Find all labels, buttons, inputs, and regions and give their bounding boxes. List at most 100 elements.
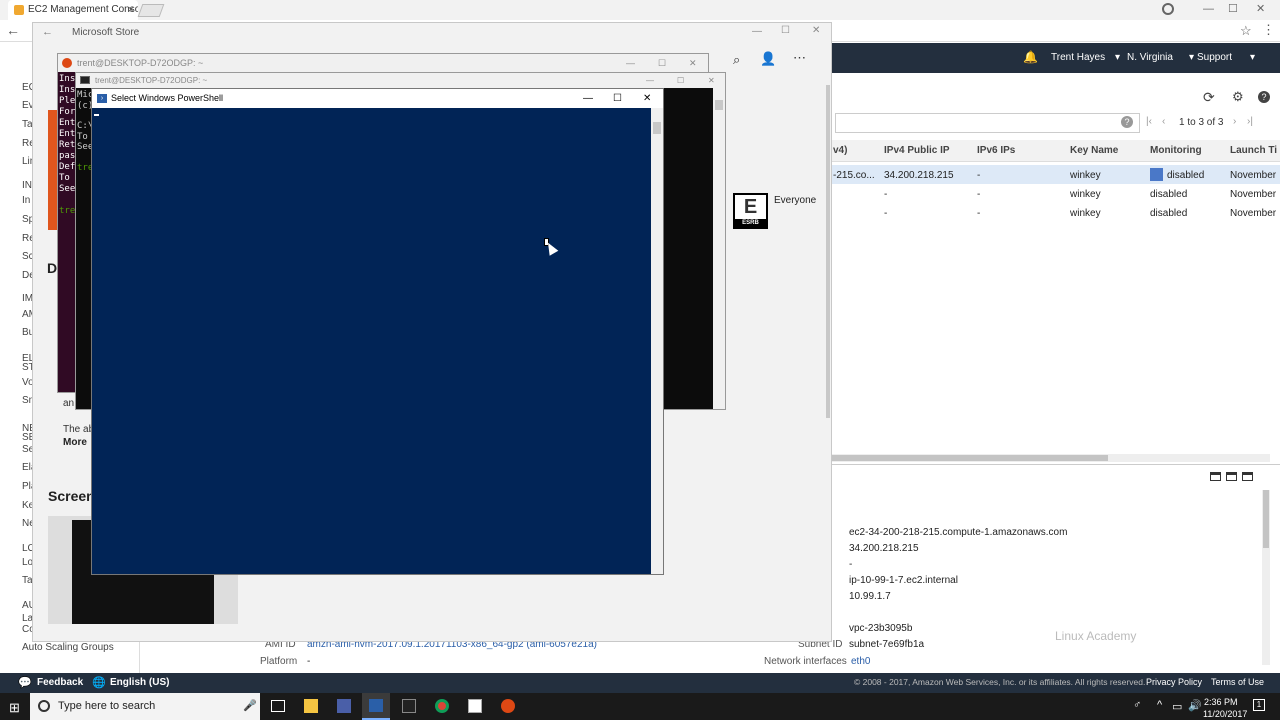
ubuntu-terminal-output: Ins Ins Ple For Ent Ent Ret pas Def To S… [59,74,75,217]
table-row[interactable] [830,203,1280,222]
network-interface-link[interactable]: eth0 [851,656,870,667]
new-tab-button[interactable] [137,4,165,17]
store-maximize-button[interactable]: ☐ [781,25,790,36]
sidebar-item-auto-scaling-groups[interactable]: Auto Scaling Groups [22,642,114,653]
sidebar-item[interactable]: Ta [22,575,33,586]
cmd-maximize-button[interactable]: ☐ [677,73,684,88]
powershell-taskbar-button[interactable] [362,693,390,720]
refresh-icon[interactable]: ⟳ [1203,89,1215,106]
ubuntu-taskbar-icon[interactable] [501,699,515,713]
platform-value: - [307,656,311,667]
col-header-key-name[interactable]: Key Name [1070,145,1118,156]
support-chevron-icon: ▾ [1250,52,1256,63]
powershell-close-button[interactable]: ✕ [643,89,651,108]
people-icon[interactable]: ♂ [1133,699,1141,711]
region-chevron-icon: ▾ [1189,52,1195,63]
bell-icon[interactable]: 🔔 [1023,50,1038,64]
col-header-ipv4-public-ip[interactable]: IPv4 Public IP [884,145,950,156]
browser-close-button[interactable]: ✕ [1256,2,1265,15]
cmd-scrollbar[interactable] [713,88,725,409]
public-ip-value: 34.200.218.215 [849,543,919,554]
user-menu[interactable]: Trent Hayes [1051,52,1105,63]
cortana-search-icon [38,700,50,712]
app-icon[interactable] [337,699,351,713]
terms-of-use-link[interactable]: Terms of Use [1211,677,1264,687]
help-icon[interactable]: ? [1258,91,1270,103]
layout-split-icon[interactable] [1226,472,1237,481]
ubuntu-close-button[interactable]: ✕ [689,54,697,72]
ubuntu-maximize-button[interactable]: ☐ [658,54,666,72]
split-divider[interactable] [830,464,1280,465]
clock-date[interactable]: 11/20/2017 [1203,709,1247,719]
powershell-maximize-button[interactable]: ☐ [613,89,622,108]
col-header-launch-time[interactable]: Launch Ti [1230,145,1277,156]
subnet-id-value[interactable]: subnet-7e69fb1a [849,639,924,650]
feedback-link[interactable]: Feedback [37,677,83,688]
cmd-close-button[interactable]: ✕ [708,73,715,88]
back-arrow-icon[interactable]: ← [6,22,20,38]
store-account-icon[interactable]: 👤 [760,51,776,67]
prev-page-icon[interactable]: ‹ [1162,116,1165,127]
powershell-scrollbar[interactable] [651,108,663,574]
store-close-button[interactable]: ✕ [812,25,820,36]
ubuntu-titlebar[interactable]: trent@DESKTOP-D72ODGP: ~ — ☐ ✕ [58,54,708,72]
layout-full-icon[interactable] [1242,472,1253,481]
browser-maximize-button[interactable]: ☐ [1228,2,1238,15]
col-header-ipv4-dns[interactable]: v4) [833,145,847,156]
close-tab-icon[interactable]: × [128,0,134,20]
last-page-icon[interactable]: ›| [1247,116,1253,127]
monitoring-status-icon [1150,168,1163,181]
filter-help-icon[interactable]: ? [1121,116,1133,128]
store-more-link[interactable]: More [63,437,87,448]
filter-input[interactable] [835,113,1140,133]
microphone-icon[interactable]: 🎤 [243,693,257,720]
volume-icon[interactable]: 🔊 [1188,699,1202,712]
vpc-id-value[interactable]: vpc-23b3095b [849,623,912,634]
browser-tab[interactable]: EC2 Management Conso × [8,0,138,20]
layout-bottom-icon[interactable] [1210,472,1221,481]
task-view-icon[interactable] [271,700,285,712]
powershell-minimize-button[interactable]: — [583,89,593,108]
sidebar-item[interactable]: In [22,195,30,206]
col-header-monitoring[interactable]: Monitoring [1150,145,1202,156]
cmd-titlebar[interactable]: trent@DESKTOP-D72ODGP: ~ — ☐ ✕ [76,73,725,88]
privacy-policy-link[interactable]: Privacy Policy [1146,677,1202,687]
file-explorer-icon[interactable] [304,699,318,713]
col-header-ipv6-ips[interactable]: IPv6 IPs [977,145,1015,156]
powershell-titlebar[interactable]: › Select Windows PowerShell — ☐ ✕ [92,89,663,108]
first-page-icon[interactable]: |‹ [1146,116,1152,127]
action-center-icon[interactable]: 1 [1253,699,1265,711]
region-menu[interactable]: N. Virginia [1127,52,1173,63]
network-icon[interactable]: ▭ [1172,700,1182,713]
taskbar-search-box[interactable]: Type here to search 🎤 [30,693,260,720]
browser-minimize-button[interactable]: — [1203,3,1214,15]
windows-start-icon[interactable]: ⊞ [9,700,20,716]
sidebar-item[interactable]: Ta [22,119,33,130]
next-page-icon[interactable]: › [1233,116,1236,127]
table-row[interactable] [830,184,1280,203]
details-scrollbar[interactable] [1262,490,1270,665]
cmd-minimize-button[interactable]: — [646,73,654,88]
powershell-title: Select Windows PowerShell [111,93,224,103]
table-cell: November [1230,208,1277,219]
sidebar-item[interactable]: IN [22,180,32,191]
language-selector[interactable]: English (US) [110,677,169,688]
store-more-icon[interactable]: ⋯ [793,50,806,66]
horizontal-scrollbar[interactable] [830,454,1270,462]
ubuntu-minimize-button[interactable]: — [626,54,635,72]
store-scrollbar[interactable] [826,85,830,418]
profile-icon[interactable] [1162,3,1174,15]
clock-time[interactable]: 2:36 PM [1204,697,1238,707]
store-minimize-button[interactable]: — [752,26,762,37]
store-back-arrow-icon[interactable]: ← [42,26,53,38]
bookmark-star-icon[interactable]: ☆ [1240,23,1252,39]
table-cell: - [884,189,888,200]
browser-menu-icon[interactable]: ⋮ [1262,22,1275,38]
store-search-icon[interactable]: ⌕ [733,52,740,68]
support-menu[interactable]: Support [1197,52,1232,63]
chrome-taskbar-icon[interactable] [435,699,449,713]
gear-icon[interactable]: ⚙ [1232,89,1244,105]
show-hidden-icons-icon[interactable]: ^ [1157,699,1162,711]
cmd-taskbar-icon[interactable] [402,699,416,713]
store-taskbar-icon[interactable] [468,699,482,713]
